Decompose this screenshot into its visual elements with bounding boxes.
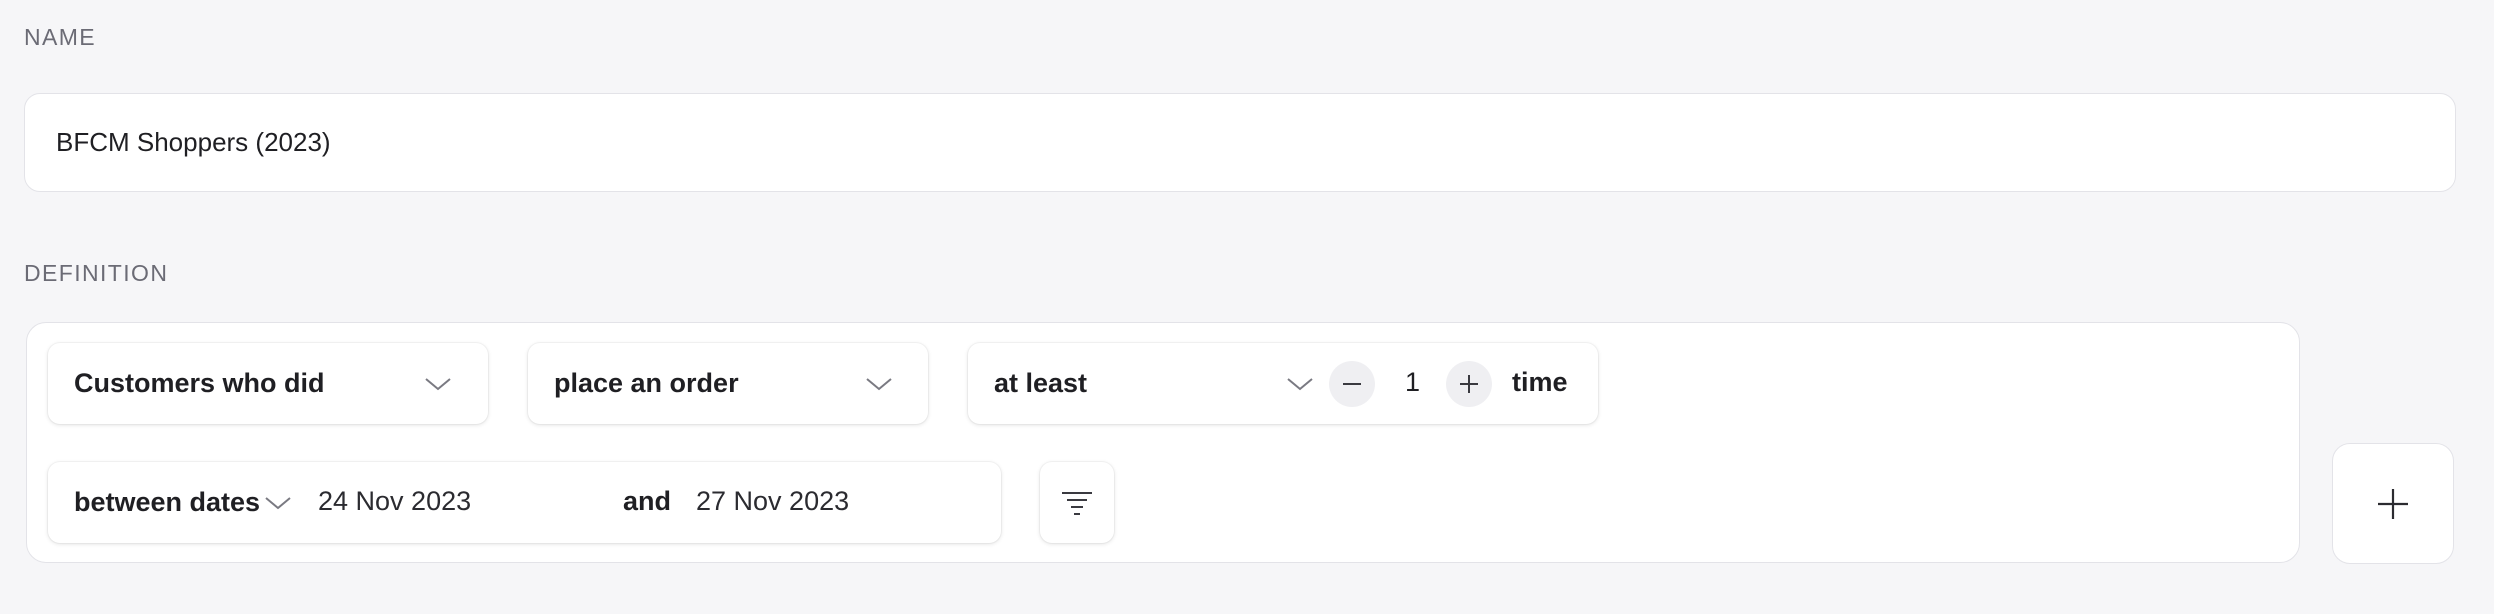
- chevron-down-icon: [423, 376, 453, 392]
- filter-button[interactable]: [1040, 462, 1114, 543]
- increment-button[interactable]: [1446, 361, 1492, 407]
- chevron-down-icon[interactable]: [263, 495, 293, 511]
- subject-select[interactable]: Customers who did: [48, 343, 488, 424]
- plus-icon: [1460, 375, 1478, 393]
- chevron-down-icon[interactable]: [1285, 376, 1315, 392]
- plus-icon: [2378, 488, 2408, 519]
- chevron-down-icon: [864, 376, 894, 392]
- frequency-unit: time: [1512, 367, 1568, 397]
- frequency-count[interactable]: 1: [1405, 367, 1420, 398]
- definition-section-label: DEFINITION: [24, 260, 169, 286]
- start-date-input[interactable]: 24 Nov 2023: [318, 486, 471, 517]
- frequency-operator-select[interactable]: at least: [994, 368, 1087, 399]
- timeframe-operator-select[interactable]: between dates: [74, 487, 260, 518]
- add-condition-button[interactable]: [2332, 443, 2454, 564]
- action-select[interactable]: place an order: [528, 343, 928, 424]
- action-select-value: place an order: [554, 368, 739, 398]
- name-section-label: NAME: [24, 24, 97, 50]
- timeframe-group: between dates 24 Nov 2023 and 27 Nov 202…: [48, 462, 1001, 543]
- frequency-group: at least 1 time: [968, 343, 1598, 424]
- filter-icon: [1062, 491, 1092, 515]
- subject-select-value: Customers who did: [74, 368, 325, 398]
- segment-name-value: BFCM Shoppers (2023): [56, 127, 331, 157]
- end-date-input[interactable]: 27 Nov 2023: [696, 486, 849, 517]
- minus-icon: [1343, 383, 1361, 385]
- segment-name-input[interactable]: BFCM Shoppers (2023): [24, 93, 2456, 192]
- date-range-joiner: and: [623, 486, 672, 516]
- decrement-button[interactable]: [1329, 361, 1375, 407]
